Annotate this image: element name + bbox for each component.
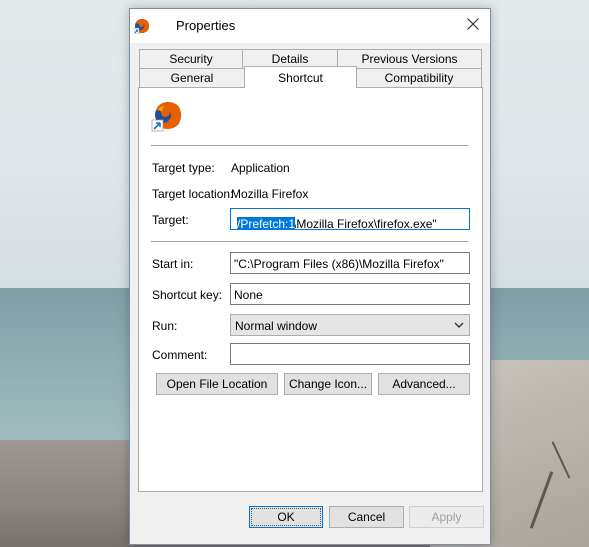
- comment-label: Comment:: [152, 348, 208, 362]
- change-icon-button[interactable]: Change Icon...: [284, 373, 372, 395]
- start-in-input[interactable]: "C:\Program Files (x86)\Mozilla Firefox": [230, 252, 470, 274]
- chevron-down-icon: [454, 322, 464, 328]
- start-in-label: Start in:: [152, 257, 194, 271]
- target-label: Target:: [152, 213, 189, 227]
- target-input[interactable]: Files (x86)\Mozilla Firefox\firefox.exe"…: [230, 208, 470, 230]
- target-location-value: Mozilla Firefox: [231, 187, 309, 201]
- shortcut-key-input[interactable]: None: [230, 283, 470, 305]
- target-type-label: Target type:: [152, 161, 215, 175]
- tab-security[interactable]: Security: [139, 49, 243, 68]
- tab-label: Shortcut: [278, 70, 323, 85]
- firefox-icon: [134, 19, 149, 34]
- tab-compatibility[interactable]: Compatibility: [356, 68, 482, 87]
- run-select[interactable]: Normal window: [230, 314, 470, 336]
- apply-button[interactable]: Apply: [409, 506, 484, 528]
- comment-input[interactable]: [230, 343, 470, 365]
- cancel-button[interactable]: Cancel: [329, 506, 404, 528]
- close-button[interactable]: [456, 9, 490, 39]
- tab-label: Details: [271, 52, 309, 66]
- ok-button[interactable]: OK: [249, 506, 323, 528]
- title-bar[interactable]: Properties: [130, 9, 490, 43]
- advanced-button[interactable]: Advanced...: [378, 373, 470, 395]
- run-label: Run:: [152, 319, 178, 333]
- separator: [151, 241, 468, 242]
- open-file-location-button[interactable]: Open File Location: [156, 373, 278, 395]
- window-title: Properties: [176, 18, 236, 33]
- tab-label: Security: [169, 52, 213, 66]
- tab-label: Previous Versions: [361, 52, 458, 66]
- run-select-value: Normal window: [235, 319, 318, 333]
- shortcut-panel: Target type: Application Target location…: [138, 87, 483, 492]
- properties-window: Properties Security Details Previous Ver…: [129, 8, 491, 545]
- tab-label: General: [170, 71, 214, 85]
- tab-shortcut[interactable]: Shortcut: [244, 66, 357, 88]
- separator: [151, 145, 468, 146]
- target-type-value: Application: [231, 161, 290, 175]
- firefox-icon: [151, 102, 181, 132]
- tab-general[interactable]: General: [139, 68, 245, 87]
- shortcut-key-text: None: [234, 288, 263, 302]
- tab-label: Compatibility: [384, 71, 454, 85]
- start-in-text: "C:\Program Files (x86)\Mozilla Firefox": [234, 257, 444, 271]
- target-location-label: Target location:: [152, 187, 234, 201]
- tab-previous-versions[interactable]: Previous Versions: [337, 49, 482, 68]
- target-text-selected: /Prefetch:1: [237, 217, 296, 230]
- close-icon: [467, 18, 479, 30]
- shortcut-key-label: Shortcut key:: [152, 288, 223, 302]
